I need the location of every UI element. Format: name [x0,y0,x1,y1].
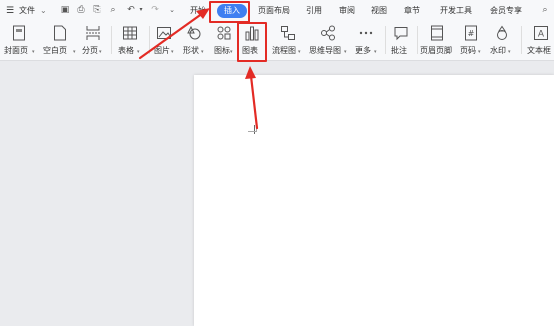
arrow-to-insert-tab [138,8,210,60]
arrow-to-chart-button [245,66,259,130]
annotation-arrows [138,8,259,130]
